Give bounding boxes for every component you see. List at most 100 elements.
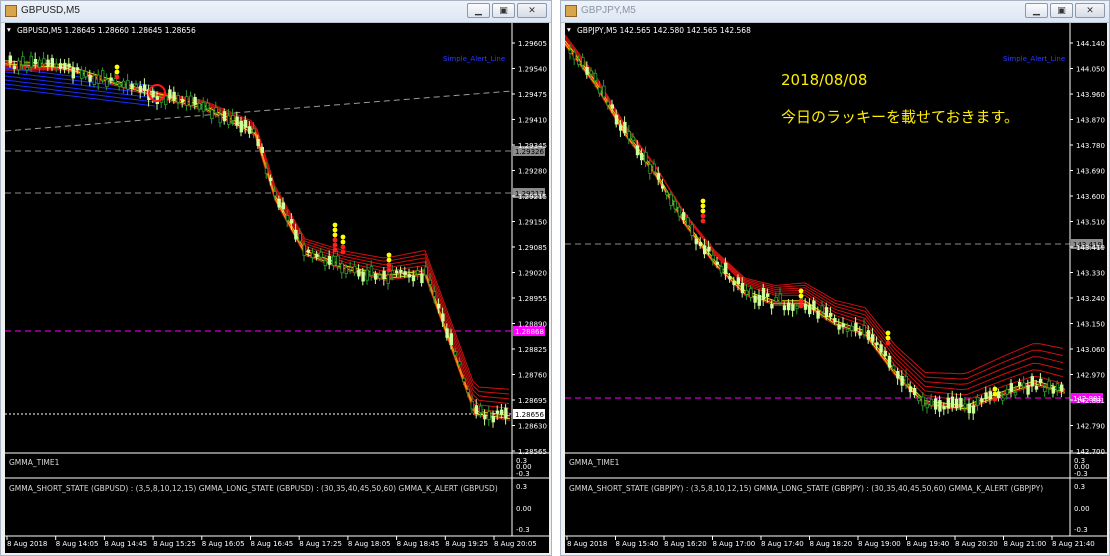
window-titlebar[interactable]: GBPUSD,M5 ▁ ▣ ✕ [1,1,551,23]
chart-area[interactable]: 143.419 142.881 ▾ GBPJPY,M5 142.565 142.5… [565,23,1107,553]
price-label: 1.29540 [518,66,547,74]
candle-body [971,405,976,414]
close-button[interactable]: ✕ [1075,3,1105,18]
candle-body [627,131,631,140]
minimize-button[interactable]: ▁ [1025,3,1048,18]
candle-body [610,104,614,109]
candle-body [453,351,458,356]
collapse-triangle-icon[interactable]: ▾ [567,25,571,34]
restore-button[interactable]: ▣ [492,3,515,18]
candle-body [1059,384,1064,392]
candle-body [602,85,606,98]
price-label: 1.28825 [518,346,547,354]
candle-body [499,409,504,415]
candle-body [870,334,875,342]
price-label: 1.28565 [518,448,547,456]
candle-body [399,269,403,273]
price-chart-canvas[interactable]: 143.419 142.881 ▾ GBPJPY,M5 142.565 142.5… [565,23,1107,553]
candle-body [331,255,336,266]
simple-alert-line-label: Simple_Alert_Line [443,55,505,63]
candle-body [1005,389,1009,395]
time-label: 8 Aug 2018 [567,540,607,548]
candle-body [715,261,719,265]
candle-body [640,152,644,161]
candle-body [315,253,319,258]
candle-body [837,324,841,330]
candle-body [462,378,466,383]
long-ema-line [565,34,1064,401]
window-titlebar[interactable]: GBPJPY,M5 ▁ ▣ ✕ [561,1,1109,23]
candle-body [247,126,252,134]
long-ema-line [565,41,1064,380]
alert-dot [340,234,346,240]
candle-body [1047,380,1051,388]
candle-body [623,121,627,134]
alert-dot [992,386,998,392]
chart-window-gbpjpy[interactable]: GBPJPY,M5 ▁ ▣ ✕ 143.419 142.881 ▾ GBPJPY,… [560,0,1110,556]
candle-body [576,60,581,65]
price-label: 142.700 [1076,448,1105,456]
candle-body [273,191,277,197]
candle-body [619,125,623,131]
candle-body [478,405,483,413]
price-label: 143.060 [1076,346,1105,354]
candle-body [946,397,950,409]
candle-body [243,119,248,128]
candle-body [352,265,357,274]
candle-body [682,212,686,220]
candle-body [1034,385,1039,390]
candle-body [669,194,673,206]
alert-dot [386,262,392,268]
candle-body [411,275,416,282]
candle-body [1026,385,1030,395]
time-label: 8 Aug 14:05 [56,540,99,548]
candle-body [929,398,934,406]
candle-body [80,69,84,79]
alert-dot [340,239,346,245]
candle-body [568,49,572,54]
price-chart-canvas[interactable]: 1.293261.292171.288681.28656 ▾ GBPUSD,M5… [5,23,549,553]
collapse-triangle-icon[interactable]: ▾ [7,25,11,34]
candle-body [361,271,365,282]
candle-body [357,269,361,277]
price-label: 1.29020 [518,270,547,278]
candle-body [231,115,235,121]
alert-dot [885,330,891,336]
chart-window-gbpusd[interactable]: GBPUSD,M5 ▁ ▣ ✕ 1.29326 1.29217 1.28868 1.2… [0,0,552,556]
time-label: 8 Aug 20:20 [955,540,998,548]
candle-body [614,114,619,125]
candle-body [369,266,374,276]
indicator2-title: GMMA_SHORT_STATE (GBPJPY) : (3,5,8,10,12… [569,484,1043,493]
alert-dot [340,244,346,250]
candle-body [71,67,75,79]
restore-button[interactable]: ▣ [1050,3,1073,18]
candle-body [180,99,185,103]
close-button[interactable]: ✕ [517,3,547,18]
alert-dot [885,340,891,346]
candle-body [470,401,474,410]
price-label: 143.780 [1076,142,1105,150]
candle-body [201,102,206,112]
alert-dot [798,298,804,304]
alert-dot [885,335,891,341]
candle-body [130,83,134,89]
alert-dot [332,227,338,233]
short-ema-line [565,40,1066,407]
chart-area[interactable]: 1.29326 1.29217 1.28868 1.28656 ▾ GBPUSD,M5… [5,23,549,553]
long-ema-line [565,38,1064,391]
minimize-button[interactable]: ▁ [467,3,490,18]
indicator1-title: GMMA_TIME1 [9,458,60,467]
candle-body [1009,383,1013,392]
candle-body [457,361,462,366]
price-label: 1.28890 [518,321,547,329]
indicator2-scale-bottom: -0.3 [1074,526,1088,534]
candle-body [736,277,740,285]
candle-body [38,59,42,68]
long-ema-line [5,66,510,405]
overlay-date-text: 2018/08/08 [781,71,867,89]
alert-dot [332,222,338,228]
candle-body [761,288,766,300]
candle-body [845,328,850,332]
candle-body [277,198,281,208]
time-label: 8 Aug 16:20 [664,540,707,548]
